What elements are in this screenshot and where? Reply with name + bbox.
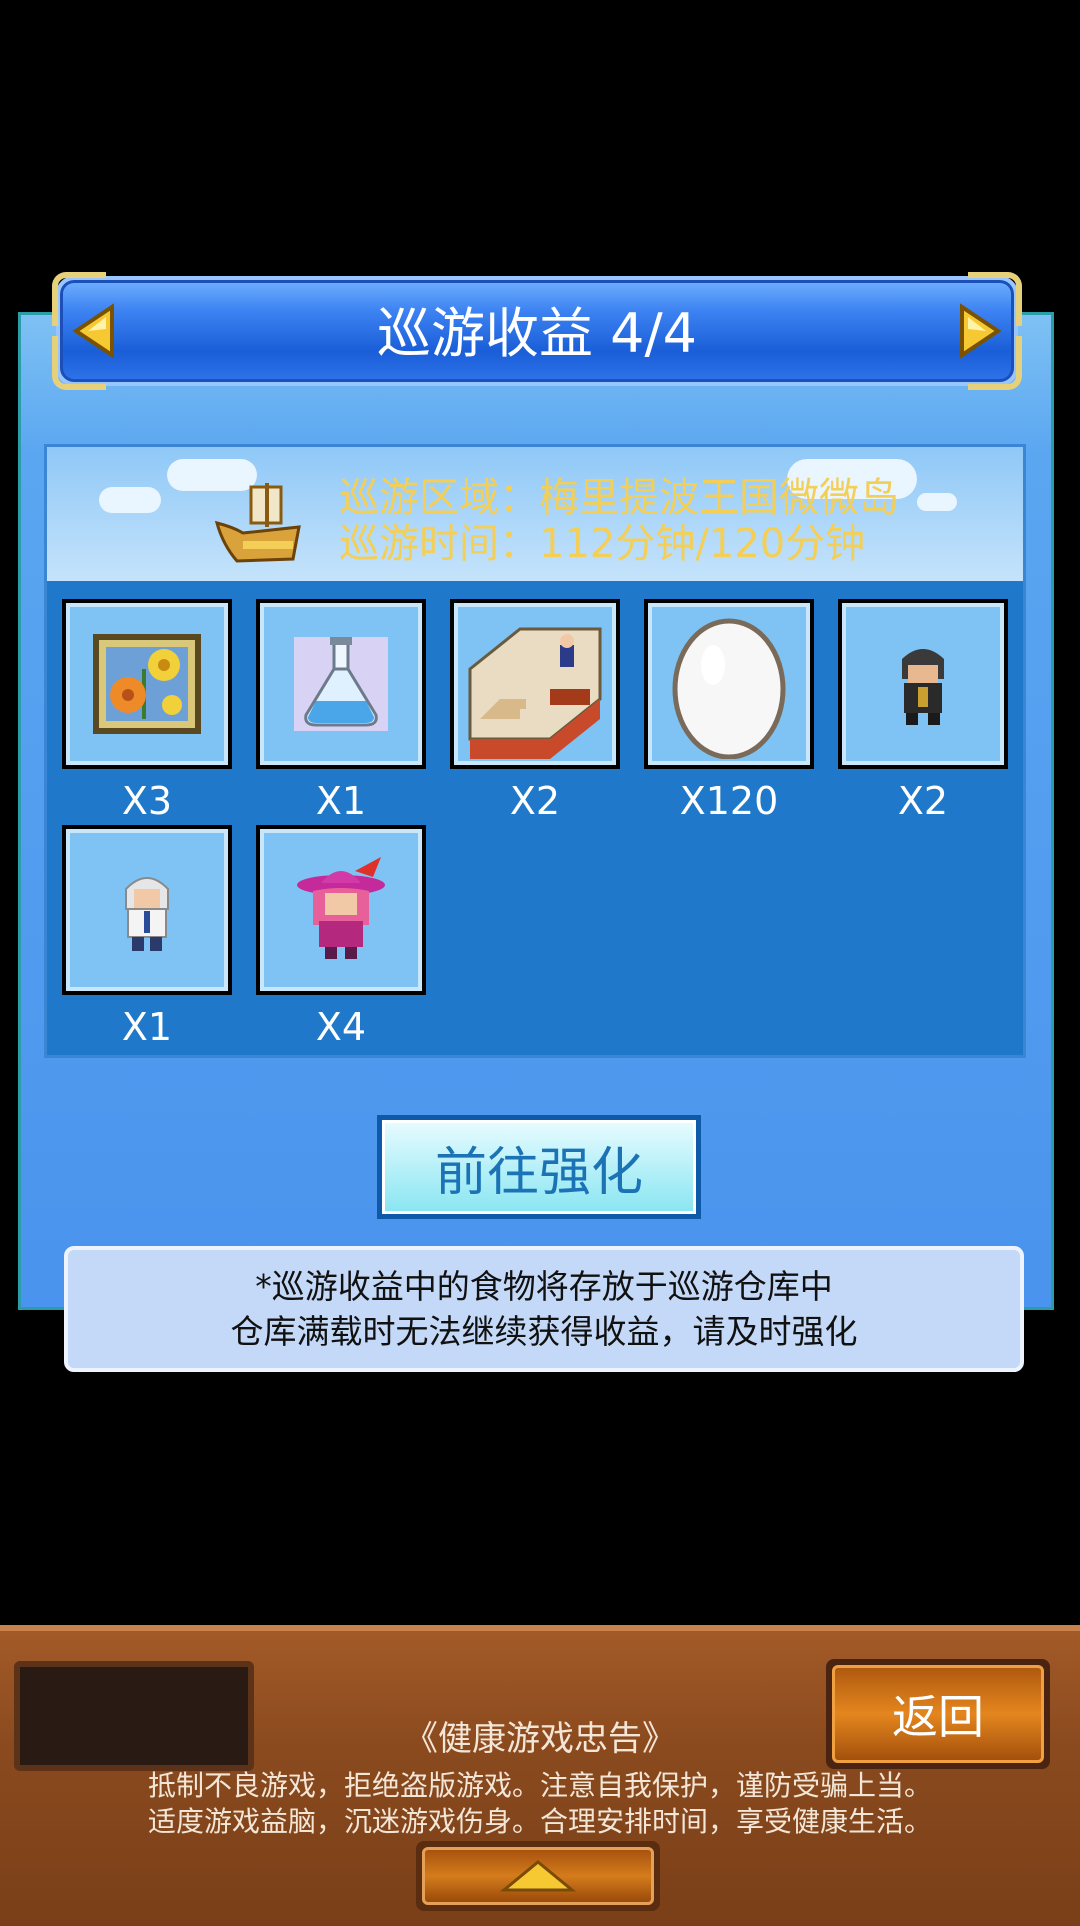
go-enhance-button[interactable]: 前往强化 — [377, 1115, 701, 1219]
page-title: 巡游收益 4/4 — [376, 302, 698, 365]
cloud — [99, 487, 161, 513]
staircase-room-icon — [468, 627, 602, 759]
cruise-area-text: 巡游区域：梅里提波王国微微岛 — [339, 475, 899, 521]
cruise-info-band: 巡游区域：梅里提波王国微微岛 巡游时间：112分钟/120分钟 — [47, 447, 1023, 581]
reward-quantity: X1 — [315, 779, 367, 823]
storage-note-box: *巡游收益中的食物将存放于巡游仓库中 仓库满载时无法继续获得收益，请及时强化 — [64, 1246, 1024, 1372]
reward-slot[interactable] — [838, 599, 1008, 769]
expand-up-button[interactable] — [416, 1841, 660, 1911]
flowers-painting-icon — [93, 634, 201, 734]
health-notice-line: 抵制不良游戏，拒绝盗版游戏。注意自我保护，谨防受骗上当。 — [147, 1769, 932, 1802]
reward-slot[interactable] — [62, 825, 232, 995]
reward-quantity: X4 — [315, 1005, 367, 1049]
dark-hooded-character-icon — [902, 649, 944, 725]
bottom-wood-bar: 返回 《健康游戏忠告》 抵制不良游戏，拒绝盗版游戏。注意自我保护，谨防受骗上当。… — [0, 1625, 1080, 1926]
title-bar: 巡游收益 4/4 — [52, 272, 1022, 390]
cruise-time-text: 巡游时间：112分钟/120分钟 — [339, 521, 866, 567]
white-haired-character-icon — [125, 877, 169, 951]
reward-quantity: X120 — [679, 779, 779, 823]
reward-slot[interactable] — [644, 599, 814, 769]
reward-quantity: X1 — [121, 1005, 173, 1049]
health-notice-title: 《健康游戏忠告》 — [404, 1719, 676, 1759]
triangle-up-icon — [499, 1860, 577, 1892]
triangle-right-icon — [960, 303, 1002, 359]
go-enhance-label: 前往强化 — [382, 1120, 696, 1214]
next-page-button[interactable] — [958, 303, 1002, 359]
potion-flask-icon — [294, 637, 388, 731]
reward-slot[interactable] — [450, 599, 620, 769]
pink-witch-character-icon — [297, 857, 385, 959]
reward-slot[interactable] — [256, 599, 426, 769]
egg-icon — [672, 618, 786, 759]
golden-ship-icon — [214, 483, 301, 563]
note-line: *巡游收益中的食物将存放于巡游仓库中 — [255, 1267, 833, 1306]
note-line: 仓库满载时无法继续获得收益，请及时强化 — [230, 1312, 858, 1351]
reward-quantity: X2 — [897, 779, 949, 823]
cloud — [917, 493, 957, 511]
reward-slot[interactable] — [62, 599, 232, 769]
health-notice-line: 适度游戏益脑，沉迷游戏伤身。合理安排时间，享受健康生活。 — [147, 1805, 932, 1838]
reward-quantity: X3 — [121, 779, 173, 823]
reward-quantity: X2 — [509, 779, 561, 823]
reward-content-box: 巡游区域：梅里提波王国微微岛 巡游时间：112分钟/120分钟 X3 X1 X2… — [44, 444, 1026, 1058]
reward-slot[interactable] — [256, 825, 426, 995]
